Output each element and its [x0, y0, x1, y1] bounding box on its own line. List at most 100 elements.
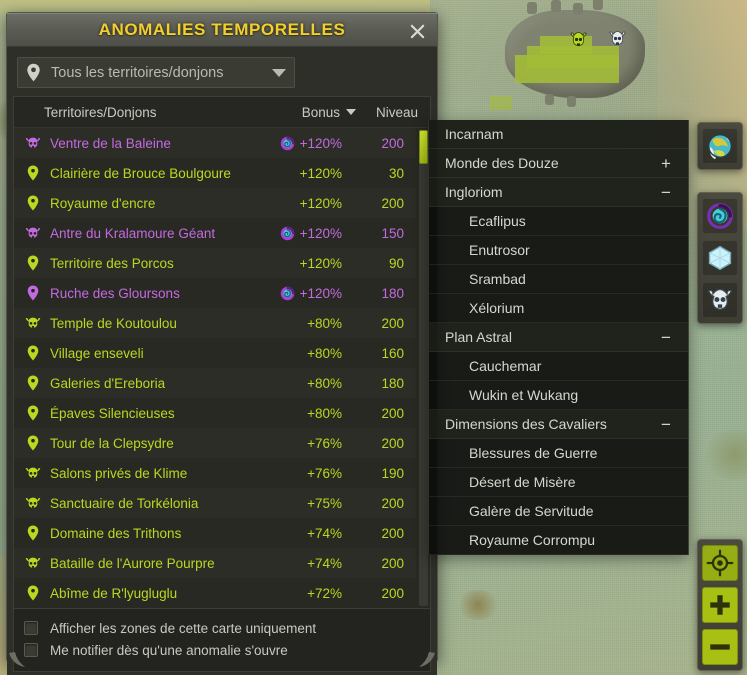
row-bonus-value: +74%: [307, 555, 342, 571]
checkbox[interactable]: [24, 643, 38, 657]
row-bonus: +80%: [238, 346, 342, 361]
center-target-icon[interactable]: [702, 545, 738, 581]
checkbox[interactable]: [24, 621, 38, 635]
dropdown-item[interactable]: Dimensions des Cavaliers −: [429, 410, 688, 439]
expand-toggle-icon[interactable]: +: [658, 155, 674, 172]
column-header-bonus[interactable]: Bonus: [260, 105, 356, 120]
page-title: ANOMALIES TEMPORELLES: [98, 20, 346, 39]
row-level: 200: [381, 435, 404, 451]
row-name: Domaine des Trithons: [50, 525, 182, 541]
dropdown-item[interactable]: Wukin et Wukang: [429, 381, 688, 410]
row-level: 200: [381, 495, 404, 511]
expand-toggle-icon[interactable]: −: [658, 184, 674, 201]
map-zone-highlight[interactable]: [490, 96, 512, 110]
map-pin-icon: [22, 285, 44, 301]
chevron-down-icon[interactable]: [272, 68, 286, 77]
options-footer: Afficher les zones de cette carte unique…: [13, 609, 431, 672]
map-toolbar-layers: [697, 192, 743, 324]
sort-descending-icon[interactable]: [346, 109, 356, 115]
row-name: Ruche des Gloursons: [50, 285, 180, 301]
scrollbar-thumb[interactable]: [419, 130, 428, 164]
table-row[interactable]: Abîme de R'lyugluglu +72% 200: [14, 578, 416, 608]
dropdown-item[interactable]: Royaume Corrompu: [429, 526, 688, 555]
crystal-hex-icon[interactable]: [702, 240, 738, 276]
dropdown-item[interactable]: Blessures de Guerre: [429, 439, 688, 468]
table-row[interactable]: Antre du Kralamoure Géant +120% 150: [14, 218, 416, 248]
option-checkbox-row[interactable]: Afficher les zones de cette carte unique…: [24, 617, 424, 639]
territory-filter-value: Tous les territoires/donjons: [51, 64, 224, 81]
territory-dropdown-flyout: Incarnam Monde des Douze + Ingloriom − Ecafli…: [428, 120, 689, 555]
rows-viewport: Ventre de la Baleine +120% 200 Clairière de…: [14, 128, 430, 608]
option-checkbox-row[interactable]: Me notifier dès qu'une anomalie s'ouvre: [24, 639, 424, 661]
row-bonus: +80%: [238, 406, 342, 421]
temporal-vortex-icon[interactable]: [702, 198, 738, 234]
expand-toggle-icon[interactable]: −: [658, 329, 674, 346]
row-level: 30: [388, 165, 404, 181]
dropdown-item[interactable]: Incarnam: [429, 120, 688, 149]
table-row[interactable]: Village enseveli +80% 160: [14, 338, 416, 368]
expand-toggle-icon[interactable]: −: [658, 416, 674, 433]
dropdown-item[interactable]: Cauchemar: [429, 352, 688, 381]
column-header-name[interactable]: Territoires/Donjons: [44, 105, 260, 120]
table-row[interactable]: Ventre de la Baleine +120% 200: [14, 128, 416, 158]
row-bonus-value: +80%: [307, 315, 342, 331]
filter-area: Tous les territoires/donjons: [13, 55, 431, 96]
dropdown-item[interactable]: Xélorium: [429, 294, 688, 323]
map-toolbar-zoom: [697, 539, 743, 671]
row-name: Tour de la Clepsydre: [50, 435, 174, 451]
dungeon-skull-icon[interactable]: [608, 30, 627, 47]
territory-filter-select[interactable]: Tous les territoires/donjons: [17, 57, 295, 88]
table-row[interactable]: Tour de la Clepsydre +76% 200: [14, 428, 416, 458]
row-bonus: +120%: [238, 256, 342, 271]
map-pin-icon: [26, 63, 41, 82]
column-header-level[interactable]: Niveau: [356, 105, 418, 120]
row-level: 200: [381, 525, 404, 541]
row-bonus-value: +120%: [299, 195, 342, 211]
dropdown-item[interactable]: Srambad: [429, 265, 688, 294]
table-row[interactable]: Épaves Silencieuses +80% 200: [14, 398, 416, 428]
dropdown-item-label: Désert de Misère: [469, 474, 576, 490]
dropdown-item[interactable]: Plan Astral −: [429, 323, 688, 352]
zoom-out-icon[interactable]: [702, 629, 738, 665]
row-name: Village enseveli: [50, 345, 144, 361]
row-level: 200: [381, 195, 404, 211]
table-row[interactable]: Salons privés de Klime +76% 190: [14, 458, 416, 488]
table-header: Territoires/Donjons Bonus Niveau: [14, 97, 430, 128]
table-row[interactable]: Temple de Koutoulou +80% 200: [14, 308, 416, 338]
table-row[interactable]: Bataille de l'Aurore Pourpre +74% 200: [14, 548, 416, 578]
dropdown-item-label: Plan Astral: [445, 329, 512, 345]
row-name: Épaves Silencieuses: [50, 405, 175, 421]
row-name: Clairière de Brouce Boulgoure: [50, 165, 231, 181]
dropdown-item[interactable]: Enutrosor: [429, 236, 688, 265]
dropdown-item-label: Dimensions des Cavaliers: [445, 416, 607, 432]
close-icon[interactable]: [407, 21, 427, 41]
world-globe-icon[interactable]: [702, 128, 738, 164]
dropdown-item[interactable]: Ecaflipus: [429, 207, 688, 236]
dropdown-item[interactable]: Galère de Servitude: [429, 497, 688, 526]
temporal-vortex-icon: [280, 136, 295, 151]
table-row[interactable]: Territoire des Porcos +120% 90: [14, 248, 416, 278]
row-bonus: +120%: [238, 286, 342, 301]
list-scrollbar[interactable]: [419, 130, 428, 606]
table-row[interactable]: Domaine des Trithons +74% 200: [14, 518, 416, 548]
map-toolbar-top: [697, 122, 743, 170]
dropdown-item[interactable]: Monde des Douze +: [429, 149, 688, 178]
zoom-in-icon[interactable]: [702, 587, 738, 623]
table-row[interactable]: Ruche des Gloursons +120% 180: [14, 278, 416, 308]
table-row[interactable]: Clairière de Brouce Boulgoure +120% 30: [14, 158, 416, 188]
table-row[interactable]: Sanctuaire de Torkélonia +75% 200: [14, 488, 416, 518]
dropdown-item[interactable]: Désert de Misère: [429, 468, 688, 497]
row-level: 200: [381, 555, 404, 571]
dropdown-item[interactable]: Ingloriom −: [429, 178, 688, 207]
row-bonus-value: +74%: [307, 525, 342, 541]
option-label: Afficher les zones de cette carte unique…: [50, 620, 317, 636]
dungeon-skull-icon[interactable]: [569, 31, 588, 48]
row-bonus: +80%: [238, 316, 342, 331]
temporal-vortex-icon: [280, 286, 295, 301]
table-row[interactable]: Galeries d'Ereboria +80% 180: [14, 368, 416, 398]
table-row[interactable]: Royaume d'encre +120% 200: [14, 188, 416, 218]
dropdown-item-label: Monde des Douze: [445, 155, 559, 171]
dungeon-skull-icon[interactable]: [702, 282, 738, 318]
row-bonus: +74%: [238, 526, 342, 541]
map-zone-highlight[interactable]: [515, 55, 619, 83]
